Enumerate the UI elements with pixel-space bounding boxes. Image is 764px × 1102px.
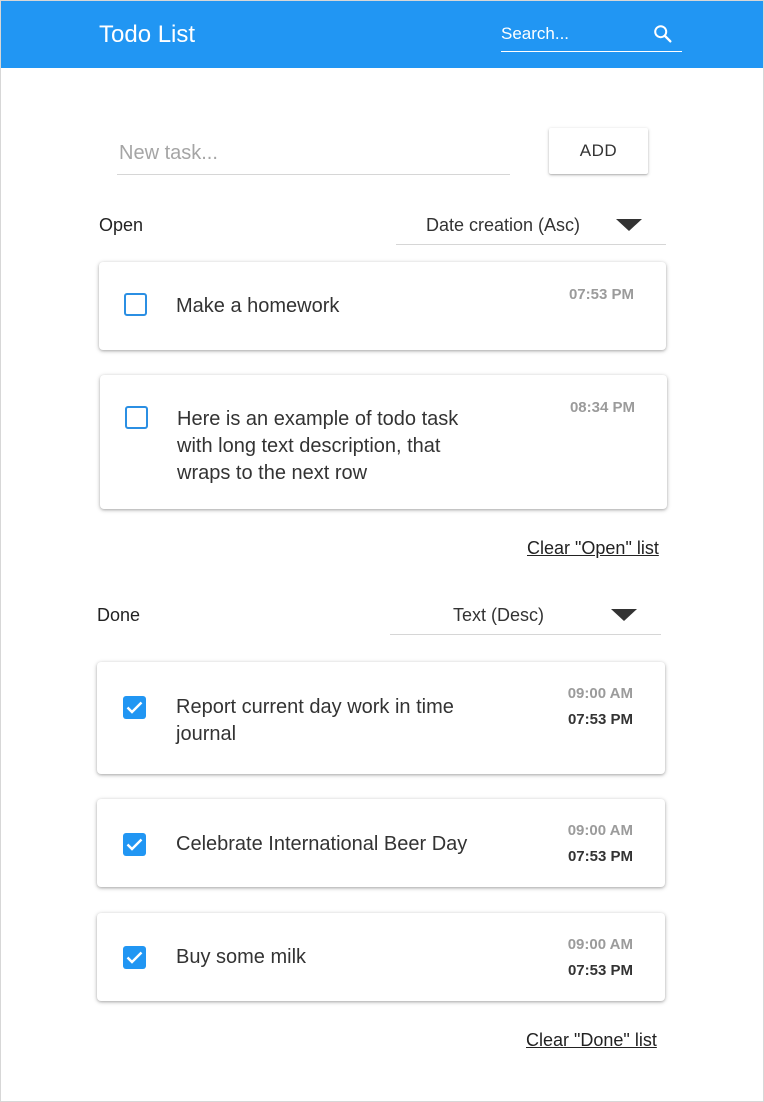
clear-done-list-link[interactable]: Clear "Done" list <box>526 1029 657 1051</box>
open-sort-value: Date creation (Asc) <box>426 215 581 235</box>
new-task-input[interactable] <box>119 138 499 168</box>
clear-open-list-link[interactable]: Clear "Open" list <box>527 537 659 559</box>
task-done-time: 07:53 PM <box>567 962 633 979</box>
done-section-label: Done <box>97 605 141 625</box>
task-created-time: 09:00 AM <box>567 822 633 839</box>
task-text: Here is an example of todo task with lon… <box>177 408 459 484</box>
task-created-time: 09:00 AM <box>567 685 633 702</box>
chevron-down-icon <box>611 609 637 621</box>
task-created-time: 08:34 PM <box>569 399 635 416</box>
app-title: Todo List <box>99 21 196 48</box>
task-checkbox[interactable] <box>123 696 146 719</box>
task-checkbox[interactable] <box>124 293 147 316</box>
task-done-time: 07:53 PM <box>567 711 633 728</box>
add-task-button[interactable]: ADD <box>549 128 648 174</box>
checkmark-icon <box>126 838 143 851</box>
done-task-card: Celebrate International Beer Day 09:00 A… <box>97 799 665 887</box>
done-task-card: Report current day work in time journal … <box>97 662 665 774</box>
done-task-card: Buy some milk 09:00 AM 07:53 PM <box>97 913 665 1001</box>
task-checkbox[interactable] <box>125 406 148 429</box>
task-created-time: 09:00 AM <box>567 936 633 953</box>
task-text: Report current day work in time journal <box>176 696 454 745</box>
search-icon[interactable] <box>652 23 674 45</box>
open-task-card: Make a homework 07:53 PM <box>99 262 666 350</box>
task-done-time: 07:53 PM <box>567 848 633 865</box>
search-box[interactable] <box>501 19 682 52</box>
done-sort-select[interactable]: Text (Desc) <box>390 598 661 635</box>
checkmark-icon <box>126 951 143 964</box>
task-text: Buy some milk <box>176 946 307 968</box>
done-sort-value: Text (Desc) <box>453 605 545 625</box>
open-task-card: Here is an example of todo task with lon… <box>100 375 667 509</box>
app-bar: Todo List <box>1 1 763 68</box>
open-section-label: Open <box>99 215 144 235</box>
checkmark-icon <box>126 701 143 714</box>
task-checkbox[interactable] <box>123 833 146 856</box>
task-created-time: 07:53 PM <box>568 286 634 303</box>
open-sort-select[interactable]: Date creation (Asc) <box>396 208 666 245</box>
chevron-down-icon <box>616 219 642 231</box>
task-text: Make a homework <box>176 295 340 317</box>
search-input[interactable] <box>501 21 651 47</box>
task-text: Celebrate International Beer Day <box>176 833 468 855</box>
new-task-field[interactable] <box>117 134 510 175</box>
task-checkbox[interactable] <box>123 946 146 969</box>
